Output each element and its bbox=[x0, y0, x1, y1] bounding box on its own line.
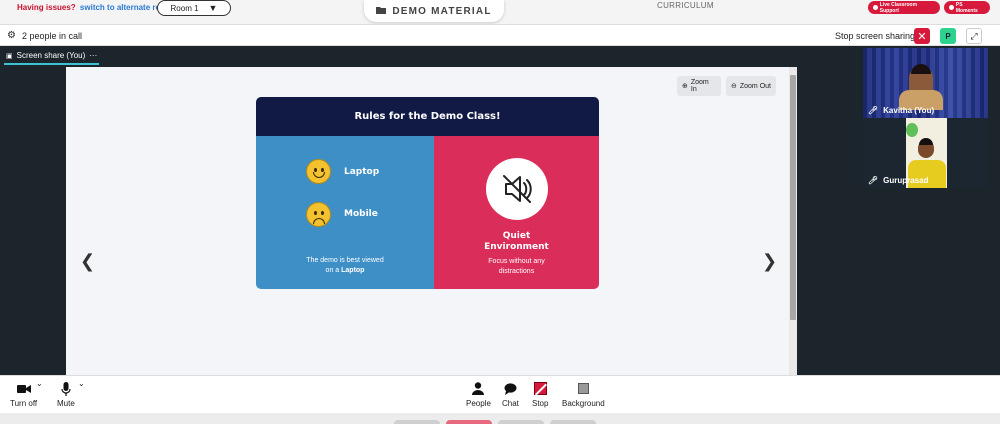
laptop-note-line2: on a Laptop bbox=[256, 266, 434, 276]
mute-button[interactable]: Mute ⌄ bbox=[57, 379, 85, 408]
chat-bubble-icon bbox=[504, 380, 517, 397]
smiley-icon bbox=[306, 159, 331, 184]
zoom-in-icon: ⊕ bbox=[682, 83, 688, 90]
issues-notice: Having issues? switch to alternate room bbox=[17, 3, 172, 12]
footer-strip bbox=[0, 413, 1000, 424]
participant-label: 🎤︎ Guruprasad bbox=[868, 174, 929, 186]
top-strip: Having issues? switch to alternate room … bbox=[0, 0, 1000, 24]
call-header: ⚙ 2 people in call Stop screen sharing ✕… bbox=[0, 24, 1000, 46]
room-select[interactable]: Room 1 ▼ bbox=[157, 0, 231, 16]
zoom-out-button[interactable]: ⊖ Zoom Out bbox=[726, 76, 776, 96]
chevron-down-icon[interactable]: ⌄ bbox=[78, 379, 85, 388]
call-toolbar: Turn off ⌄ Mute ⌄ People Chat Stop Backg… bbox=[0, 375, 1000, 413]
curriculum-tab[interactable]: CURRICULUM bbox=[657, 1, 714, 10]
quiet-environment-title: Quiet Environment bbox=[434, 231, 599, 253]
sad-face-icon bbox=[306, 202, 331, 227]
participant-name: Kavitha (You) bbox=[883, 105, 935, 115]
slide-left-panel: Laptop Mobile The demo is best viewed on… bbox=[256, 136, 434, 289]
microphone-icon: 🎤︎ bbox=[868, 175, 879, 185]
background-icon bbox=[577, 383, 589, 394]
background-label: Background bbox=[562, 399, 605, 408]
stop-share-icon bbox=[533, 382, 547, 395]
zoom-in-button[interactable]: ⊕ Zoom In bbox=[677, 76, 721, 96]
footer-tab[interactable] bbox=[446, 420, 492, 424]
mobile-label: Mobile bbox=[344, 209, 378, 219]
laptop-note-line1: The demo is best viewed bbox=[306, 257, 384, 264]
laptop-label: Laptop bbox=[344, 167, 380, 177]
video-feed bbox=[899, 64, 943, 110]
chevron-down-icon[interactable]: ⌄ bbox=[36, 379, 43, 388]
slide-viewer: ⊕ Zoom In ⊖ Zoom Out ❮ ❯ Rules for the D… bbox=[66, 67, 796, 375]
mute-label: Mute bbox=[57, 399, 75, 408]
expand-icon[interactable]: ⤢ bbox=[966, 28, 982, 44]
people-count: 2 people in call bbox=[22, 31, 83, 41]
scrollbar-thumb[interactable] bbox=[790, 75, 796, 320]
video-camera-icon bbox=[16, 380, 31, 397]
previous-slide-icon[interactable]: ❮ bbox=[80, 251, 95, 272]
right-note-1: Focus without any bbox=[488, 258, 545, 265]
person-icon bbox=[472, 380, 485, 397]
turn-off-label: Turn off bbox=[10, 399, 38, 408]
slide-scrollbar[interactable] bbox=[789, 67, 797, 375]
room-select-value: Room 1 bbox=[170, 3, 199, 13]
participant-tile[interactable]: 🎤︎ Kavitha (You) bbox=[863, 48, 988, 118]
close-icon[interactable]: ✕ bbox=[914, 28, 930, 44]
participant-label: 🎤︎ Kavitha (You) bbox=[868, 104, 934, 116]
note-prefix: on a bbox=[325, 267, 342, 274]
support-icon bbox=[873, 5, 878, 10]
p-badge-button[interactable]: P bbox=[940, 28, 956, 44]
chat-button[interactable]: Chat bbox=[502, 380, 519, 408]
tab-screen-share[interactable]: ▣ Screen share (You) ··· bbox=[4, 50, 100, 65]
quiet-note: Focus without any distractions bbox=[434, 257, 599, 277]
gear-icon[interactable]: ⚙ bbox=[7, 30, 16, 41]
tab-label: Screen share (You) bbox=[16, 51, 86, 60]
right-note-2: distractions bbox=[498, 268, 535, 275]
zoom-in-label: Zoom In bbox=[690, 79, 709, 93]
participant-name: Guruprasad bbox=[883, 175, 929, 185]
right-title-1: Quiet bbox=[502, 231, 531, 241]
stop-sharing-button[interactable]: Stop bbox=[532, 380, 548, 408]
stop-label: Stop bbox=[532, 399, 549, 408]
footer-tab[interactable] bbox=[550, 420, 596, 424]
participant-tile[interactable]: 🎤︎ Guruprasad bbox=[863, 118, 988, 188]
zoom-out-label: Zoom Out bbox=[739, 82, 771, 90]
slide: Rules for the Demo Class! Laptop Mobile … bbox=[256, 97, 599, 289]
stop-screen-sharing-label[interactable]: Stop screen sharing bbox=[835, 31, 915, 41]
ps-moments-button[interactable]: PS Moments bbox=[944, 1, 990, 14]
live-support-label: Live Classroom Support bbox=[879, 1, 918, 14]
chat-label: Chat bbox=[502, 399, 519, 408]
more-options-icon[interactable]: ··· bbox=[89, 51, 97, 60]
demo-material-label: DEMO MATERIAL bbox=[392, 5, 492, 17]
camera-toggle-button[interactable]: Turn off ⌄ bbox=[10, 379, 43, 408]
slide-right-panel: Quiet Environment Focus without any dist… bbox=[434, 136, 599, 289]
moments-icon bbox=[949, 5, 954, 10]
microphone-icon bbox=[61, 380, 71, 397]
speaker-muted-icon bbox=[486, 158, 548, 220]
laptop-note: The demo is best viewed on a Laptop bbox=[256, 256, 434, 276]
issues-text: Having issues? bbox=[17, 3, 76, 12]
folder-icon bbox=[376, 6, 387, 17]
microphone-icon: 🎤︎ bbox=[868, 105, 879, 115]
note-bold: Laptop bbox=[341, 267, 365, 274]
background-button[interactable]: Background bbox=[562, 380, 605, 408]
people-label: People bbox=[466, 399, 491, 408]
monitor-icon: ▣ bbox=[6, 52, 13, 60]
demo-material-tab[interactable]: DEMO MATERIAL bbox=[364, 0, 504, 22]
next-slide-icon[interactable]: ❯ bbox=[762, 251, 777, 272]
slide-title: Rules for the Demo Class! bbox=[256, 97, 599, 136]
footer-tab[interactable] bbox=[394, 420, 440, 424]
caret-down-icon: ▼ bbox=[208, 3, 218, 13]
footer-tab[interactable] bbox=[498, 420, 544, 424]
screen-share-stage: ▣ Screen share (You) ··· ⊕ Zoom In ⊖ Zoo… bbox=[0, 46, 862, 375]
people-button[interactable]: People bbox=[466, 380, 491, 408]
right-title-2: Environment bbox=[484, 242, 549, 252]
ps-moments-label: PS Moments bbox=[955, 1, 978, 14]
participants-panel: 🎤︎ Kavitha (You) 🎤︎ Guruprasad bbox=[862, 46, 1000, 375]
zoom-out-icon: ⊖ bbox=[731, 83, 737, 90]
live-support-button[interactable]: Live Classroom Support bbox=[868, 1, 940, 14]
